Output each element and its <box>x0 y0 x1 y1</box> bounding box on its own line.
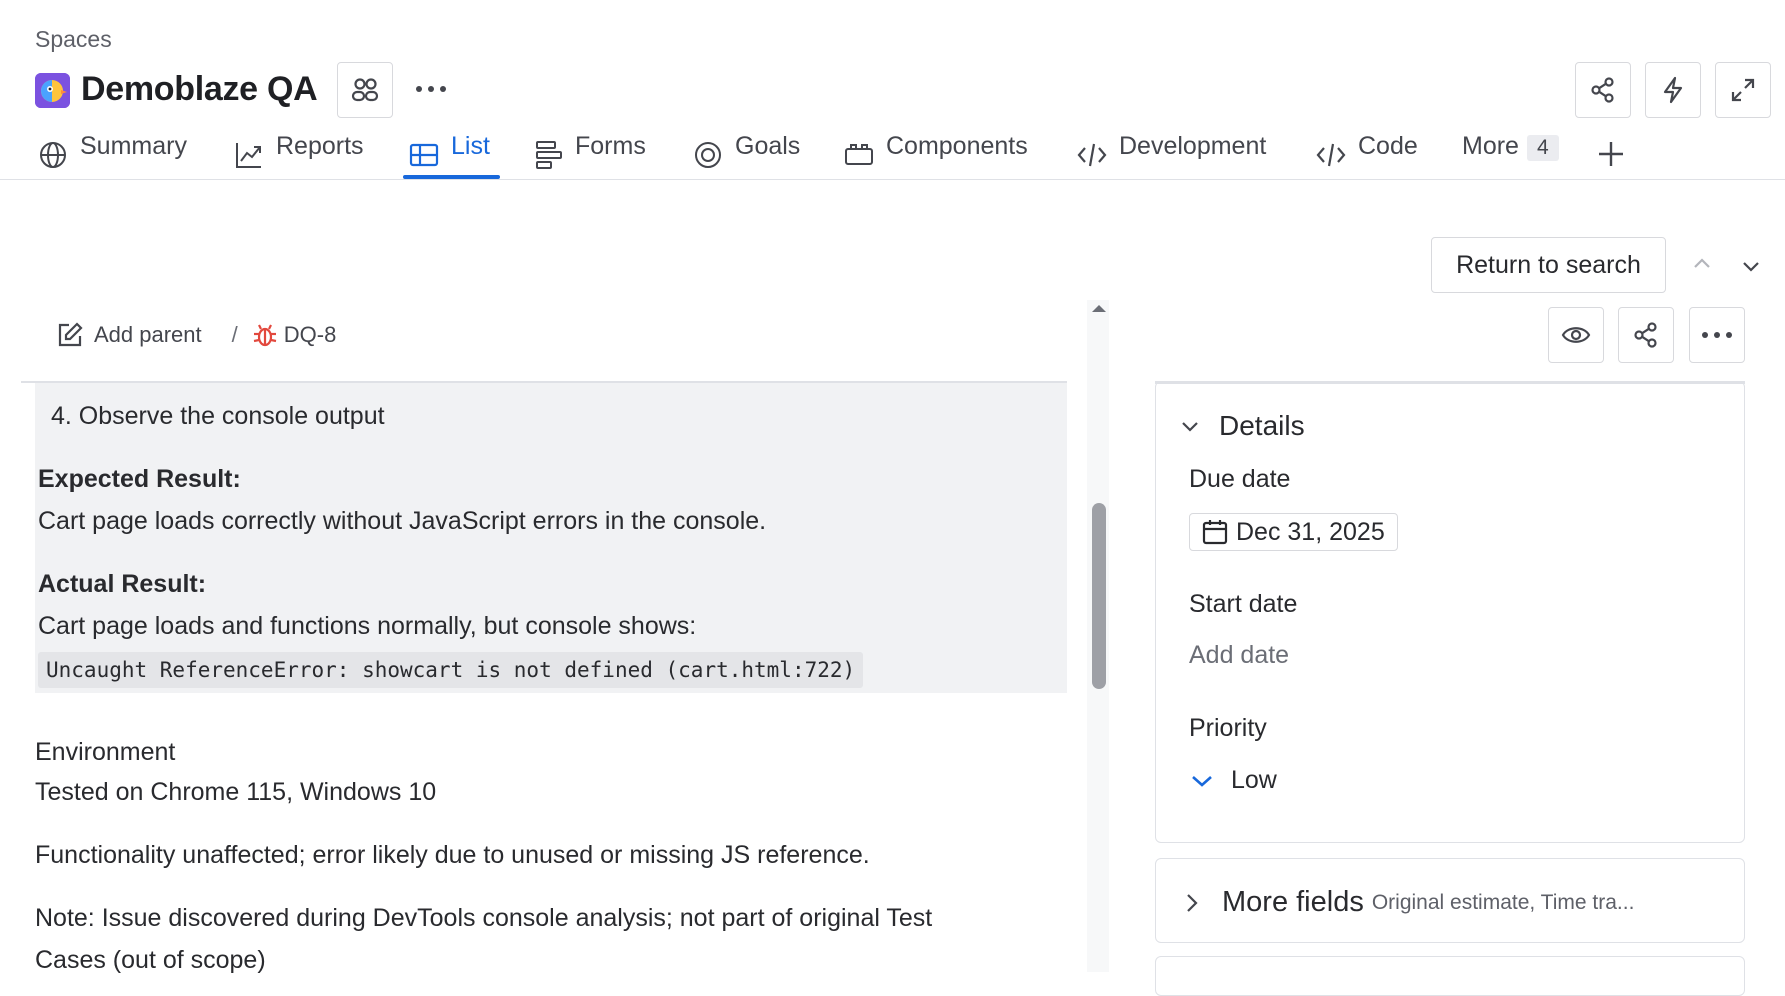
tab-code[interactable]: Code <box>1316 132 1418 180</box>
plus-icon <box>1599 142 1623 166</box>
priority-label: Priority <box>1189 714 1267 742</box>
tab-development[interactable]: Development <box>1077 132 1266 180</box>
triangle-up-icon <box>1092 305 1106 312</box>
tab-label: Components <box>886 132 1028 160</box>
share-space-button[interactable] <box>1575 62 1631 118</box>
add-parent-label: Add parent <box>94 322 202 347</box>
tab-label: Forms <box>575 132 646 160</box>
add-tab-button[interactable] <box>1596 139 1626 169</box>
tab-goals[interactable]: Goals <box>693 132 800 180</box>
tab-label: Goals <box>735 132 801 160</box>
more-horizontal-icon <box>1702 332 1732 338</box>
table-icon <box>409 143 439 167</box>
issue-key-link[interactable]: DQ-8 <box>252 322 337 348</box>
actual-heading: Actual Result: <box>38 570 207 598</box>
calendar-icon <box>1202 520 1228 545</box>
breadcrumb-spaces[interactable]: Spaces <box>35 26 112 53</box>
components-icon <box>845 144 873 165</box>
code-slash-icon <box>1077 143 1107 167</box>
tab-list[interactable]: List <box>409 132 490 180</box>
tab-more[interactable]: More 4 <box>1462 132 1559 180</box>
error-code-snippet: Uncaught ReferenceError: showcart is not… <box>38 652 864 688</box>
eye-icon <box>1561 327 1591 343</box>
details-toggle[interactable]: Details <box>1179 410 1305 442</box>
tabs-divider <box>0 179 1785 180</box>
issue-key: DQ-8 <box>283 322 337 347</box>
more-fields-title: More fields <box>1222 886 1364 918</box>
target-icon <box>695 142 721 168</box>
tab-label: More <box>1462 132 1519 160</box>
expand-icon <box>1731 78 1755 102</box>
tab-label: List <box>451 132 490 160</box>
due-date-value: Dec 31, 2025 <box>1236 517 1385 546</box>
more-fields-hint: Original estimate, Time tra... <box>1371 890 1635 914</box>
more-fields-toggle[interactable]: More fields Original estimate, Time tra.… <box>1182 886 1634 919</box>
edit-icon <box>58 322 83 347</box>
breadcrumb-separator: / <box>231 322 238 347</box>
details-title: Details <box>1219 410 1305 441</box>
tab-label: Code <box>1358 132 1418 160</box>
space-logo-icon <box>35 73 70 108</box>
share-issue-button[interactable] <box>1618 307 1674 363</box>
chevron-down-icon <box>1743 262 1759 272</box>
globe-icon <box>40 142 66 168</box>
actual-text: Cart page loads and functions normally, … <box>38 612 697 640</box>
tab-components[interactable]: Components <box>844 132 1028 180</box>
priority-field[interactable]: Low <box>1189 766 1277 795</box>
due-date-label: Due date <box>1189 465 1291 493</box>
lightning-icon <box>1663 76 1683 104</box>
scrollbar-thumb[interactable] <box>1092 503 1106 689</box>
more-horizontal-icon <box>416 86 446 92</box>
priority-value: Low <box>1231 766 1277 794</box>
tab-summary[interactable]: Summary <box>38 132 187 180</box>
issue-breadcrumb: Add parent / DQ-8 <box>56 320 336 350</box>
chart-line-icon <box>236 143 261 168</box>
chevron-down-icon <box>1182 422 1198 432</box>
tab-label: Reports <box>276 132 364 160</box>
more-count-badge: 4 <box>1526 135 1559 161</box>
team-button[interactable] <box>337 62 393 118</box>
environment-text: Tested on Chrome 115, Windows 10 <box>35 778 437 806</box>
code-icon <box>1316 143 1346 167</box>
issue-more-button[interactable] <box>1689 307 1745 363</box>
bug-icon <box>253 324 276 347</box>
fullscreen-button[interactable] <box>1715 62 1771 118</box>
details-card-top-border <box>1155 381 1745 384</box>
tab-label: Summary <box>80 132 187 160</box>
return-to-search-button[interactable]: Return to search <box>1431 237 1666 293</box>
chevron-right-icon <box>1187 893 1198 912</box>
page-title: Demoblaze QA <box>81 70 318 108</box>
next-issue-button[interactable] <box>1739 254 1763 278</box>
next-card <box>1155 956 1745 996</box>
note-text: Functionality unaffected; error likely d… <box>35 841 870 869</box>
forms-icon <box>536 141 562 169</box>
previous-issue-button[interactable] <box>1690 252 1714 276</box>
space-more-button[interactable] <box>413 74 449 104</box>
add-parent-link[interactable]: Add parent <box>56 321 202 349</box>
step-text: 4. Observe the console output <box>51 402 385 430</box>
automation-button[interactable] <box>1645 62 1701 118</box>
share-icon <box>1634 322 1657 348</box>
due-date-field[interactable]: Dec 31, 2025 <box>1189 513 1398 551</box>
note2-line2: Cases (out of scope) <box>35 946 266 974</box>
tab-reports[interactable]: Reports <box>234 132 364 180</box>
note2-line1: Note: Issue discovered during DevTools c… <box>35 904 933 932</box>
scroll-up-arrow[interactable] <box>1091 302 1107 314</box>
share-icon <box>1591 77 1614 103</box>
priority-low-icon <box>1192 775 1212 787</box>
tab-label: Development <box>1119 132 1267 160</box>
expected-heading: Expected Result: <box>38 465 241 493</box>
environment-heading: Environment <box>35 738 176 766</box>
people-icon <box>351 78 379 102</box>
chevron-up-icon <box>1694 258 1710 268</box>
start-date-label: Start date <box>1189 590 1298 618</box>
watch-button[interactable] <box>1548 307 1604 363</box>
tab-forms[interactable]: Forms <box>535 132 646 180</box>
expected-text: Cart page loads correctly without JavaSc… <box>38 507 767 535</box>
start-date-field[interactable]: Add date <box>1189 641 1289 670</box>
